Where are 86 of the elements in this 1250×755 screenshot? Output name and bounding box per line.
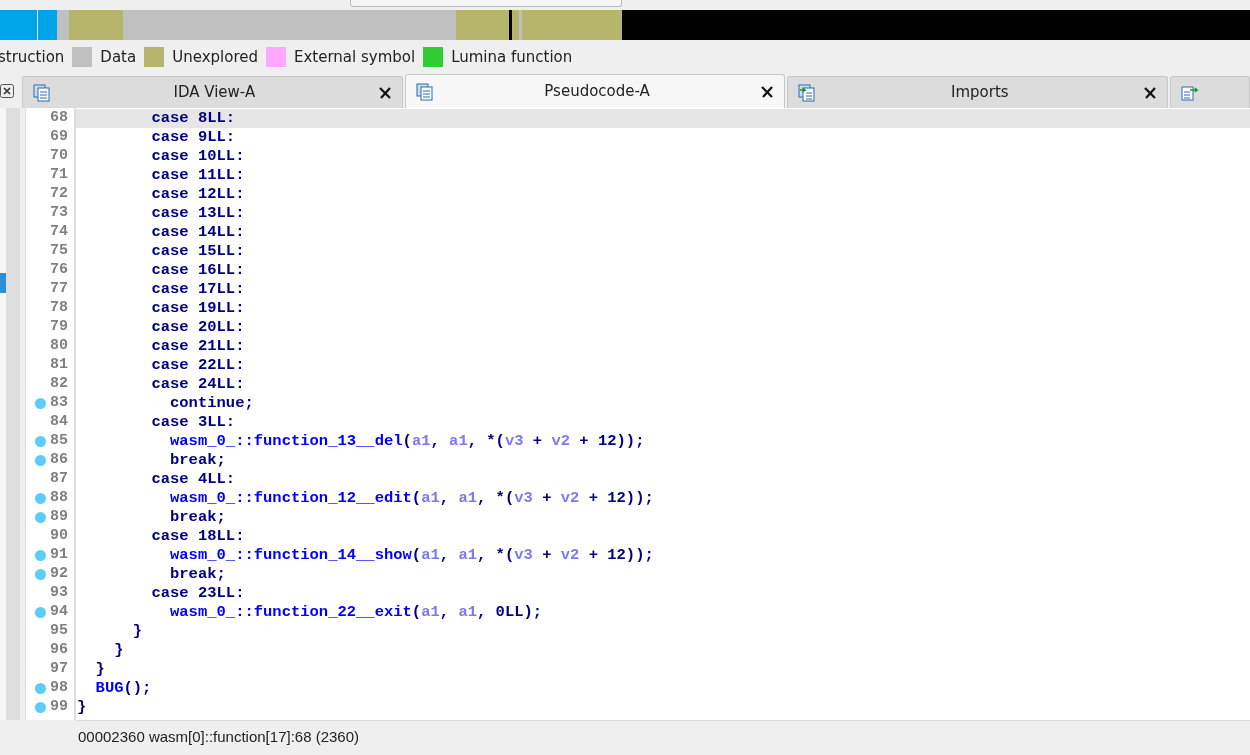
legend-label: Unexplored	[172, 46, 258, 68]
line-number: 95	[50, 621, 68, 642]
document-arrow-icon	[798, 83, 817, 102]
line-number: 98	[50, 678, 68, 699]
code-line: wasm_0_::function_12__edit(a1, a1, *(v3 + v2 + 12));	[169, 489, 655, 508]
line-number: 82	[50, 374, 68, 395]
legend-label: Data	[100, 46, 137, 68]
code-line: wasm_0_::function_14__show(a1, a1, *(v3 + v2 + 12));	[169, 546, 655, 565]
line-number: 87	[50, 469, 68, 490]
line-number: 88	[50, 488, 68, 509]
code-line: case 23LL:	[150, 584, 246, 603]
line-number: 94	[50, 602, 68, 623]
code-line: break;	[169, 451, 227, 470]
line-number: 69	[50, 127, 68, 148]
line-number: 79	[50, 317, 68, 338]
code-line: break;	[169, 508, 227, 527]
line-number: 68	[50, 108, 68, 129]
code-line: case 4LL:	[150, 470, 237, 489]
line-number: 80	[50, 336, 68, 357]
line-number: 71	[50, 165, 68, 186]
code-line: case 15LL:	[150, 242, 246, 261]
code-line: case 11LL:	[150, 166, 246, 185]
line-number: 78	[50, 298, 68, 319]
tab-label: Imports	[950, 82, 1010, 104]
code-line: case 18LL:	[150, 527, 246, 546]
code-line: }	[94, 660, 106, 679]
tab-label: IDA View-A	[172, 82, 257, 104]
document-arrow-icon	[1181, 83, 1200, 102]
line-number: 93	[50, 583, 68, 604]
line-number: 91	[50, 545, 68, 566]
close-icon[interactable]	[1143, 85, 1158, 100]
line-number: 73	[50, 203, 68, 224]
tab[interactable]: Imports	[787, 76, 1169, 108]
line-number: 92	[50, 564, 68, 585]
code-line: case 22LL:	[150, 356, 246, 375]
code-line: case 21LL:	[150, 337, 246, 356]
close-icon[interactable]	[0, 84, 14, 98]
code-line: case 12LL:	[150, 185, 246, 204]
code-line: case 16LL:	[150, 261, 246, 280]
code-line: case 19LL:	[150, 299, 246, 318]
tab[interactable]: IDA View-A	[22, 76, 403, 108]
code-line: case 17LL:	[150, 280, 246, 299]
legend-label: External symbol	[293, 46, 416, 68]
close-icon[interactable]	[760, 84, 775, 99]
line-number: 75	[50, 241, 68, 262]
code-line: case 14LL:	[150, 223, 246, 242]
code-line: case 10LL:	[150, 147, 246, 166]
line-number: 89	[50, 507, 68, 528]
tab[interactable]: Pseudocode-A	[404, 74, 786, 108]
scrollbar[interactable]	[6, 108, 20, 720]
code-line: break;	[169, 565, 227, 584]
code-line: continue;	[169, 394, 255, 413]
line-number: 90	[50, 526, 68, 547]
code-line: case 3LL:	[150, 413, 237, 432]
code-line: case 9LL:	[150, 128, 237, 147]
legend-label: Lumina function	[451, 46, 573, 68]
line-number: 70	[50, 146, 68, 167]
code-line: case 13LL:	[150, 204, 246, 223]
line-number: 96	[50, 640, 68, 661]
line-number: 72	[50, 184, 68, 205]
line-number: 99	[50, 697, 68, 718]
code-line: }	[131, 622, 144, 641]
line-number: 85	[50, 431, 68, 452]
code-line: }	[76, 698, 88, 717]
code-line: wasm_0_::function_13__del(a1, a1, *(v3 + v2 + 12));	[169, 432, 646, 451]
code-line: case 24LL:	[150, 375, 246, 394]
line-number: 81	[50, 355, 68, 376]
toolbar-field[interactable]	[350, 0, 622, 7]
selection-marker	[0, 273, 6, 293]
line-number: 84	[50, 412, 68, 433]
document-icon	[33, 83, 51, 102]
tab[interactable]	[1170, 76, 1250, 108]
close-icon[interactable]	[377, 85, 392, 100]
tab-label: Pseudocode-A	[543, 81, 651, 103]
navigation-band-drawing[interactable]	[0, 10, 1250, 40]
line-number: 76	[50, 260, 68, 281]
line-number: 86	[50, 450, 68, 471]
line-number: 97	[50, 659, 68, 680]
code-line: wasm_0_::function_22__exit(a1, a1, 0LL);	[169, 603, 544, 622]
document-icon	[415, 82, 434, 101]
line-number: 74	[50, 222, 68, 243]
code-line: }	[113, 641, 125, 660]
line-number: 77	[50, 279, 68, 300]
line-number: 83	[50, 393, 68, 414]
code-line: case 20LL:	[150, 318, 246, 337]
code-line: BUG();	[94, 679, 153, 698]
